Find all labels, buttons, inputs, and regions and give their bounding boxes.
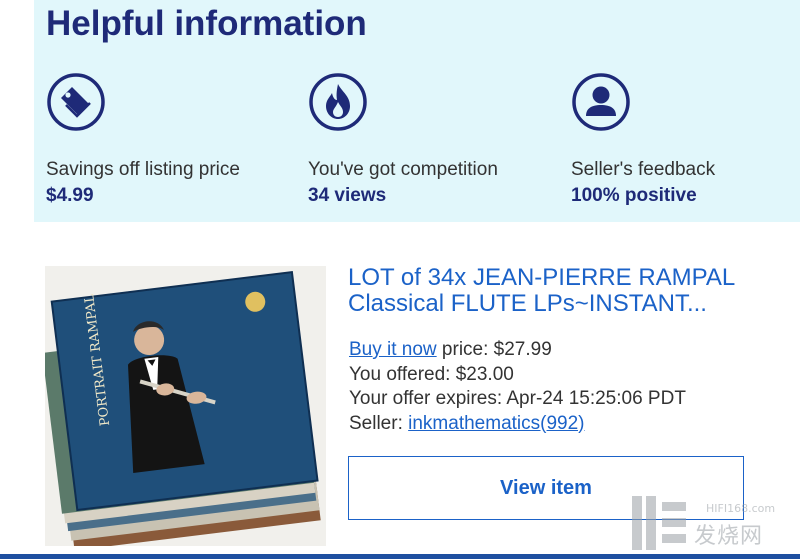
flame-icon [308, 72, 368, 132]
offer-expiry: Your offer expires: Apr-24 15:25:06 PDT [349, 388, 686, 409]
offered-amount: You offered: $23.00 [349, 363, 514, 385]
listing-image[interactable]: PORTRAIT RAMPAL [45, 266, 326, 546]
price-tag-icon [46, 72, 106, 132]
seller-line: Seller: inkmathematics(992) [349, 412, 686, 437]
competition-label: You've got competition [308, 159, 498, 180]
seller-prefix: Seller: [349, 412, 409, 434]
savings-card: Savings off listing price $4.99 [46, 72, 286, 206]
user-icon [571, 72, 631, 132]
watermark-logo-icon [632, 496, 686, 550]
helpful-info-heading: Helpful information [46, 4, 367, 43]
watermark-name: 发烧网 [694, 524, 764, 549]
buy-now-line: Buy it now price: $27.99 [349, 338, 686, 363]
feedback-value: 100% positive [571, 185, 697, 206]
competition-value: 34 views [308, 185, 387, 206]
savings-label: Savings off listing price [46, 159, 240, 180]
feedback-label: Seller's feedback [571, 159, 716, 180]
seller-link[interactable]: inkmathematics(992) [408, 413, 584, 434]
feedback-card: Seller's feedback 100% positive [571, 72, 800, 206]
competition-card: You've got competition 34 views [308, 72, 548, 206]
buy-now-price: price: $27.99 [436, 339, 552, 360]
savings-value: $4.99 [46, 185, 94, 206]
offer-details: Buy it now price: $27.99 You offered: $2… [349, 338, 686, 436]
bottom-accent-bar [0, 554, 800, 559]
item-title-link[interactable]: LOT of 34x JEAN-PIERRE RAMPAL Classical … [348, 265, 778, 317]
site-watermark: HIFI168.com 发烧网 [628, 490, 798, 556]
buy-now-link[interactable]: Buy it now [349, 339, 437, 360]
watermark-domain: HIFI168.com [706, 502, 776, 515]
